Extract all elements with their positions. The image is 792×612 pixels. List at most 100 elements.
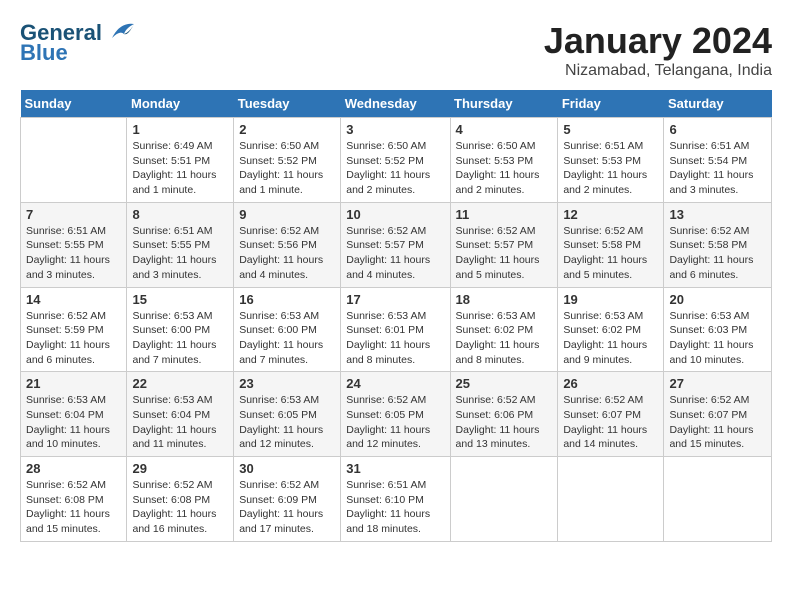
header-tuesday: Tuesday bbox=[234, 90, 341, 118]
day-number: 15 bbox=[132, 292, 228, 307]
calendar-cell: 12 Sunrise: 6:52 AM Sunset: 5:58 PM Dayli… bbox=[558, 202, 664, 287]
day-info: Sunrise: 6:53 AM Sunset: 6:00 PM Dayligh… bbox=[239, 309, 335, 368]
calendar-week-row: 14Sunrise: 6:52 AM Sunset: 5:59 PM Dayli… bbox=[21, 287, 772, 372]
calendar-cell: 28Sunrise: 6:52 AM Sunset: 6:08 PM Dayli… bbox=[21, 457, 127, 542]
day-number: 5 bbox=[563, 122, 658, 137]
calendar-week-row: 21 Sunrise: 6:53 AM Sunset: 6:04 PM Dayli… bbox=[21, 372, 772, 457]
day-number: 26 bbox=[563, 376, 658, 391]
calendar-cell: 24 Sunrise: 6:52 AM Sunset: 6:05 PM Dayli… bbox=[341, 372, 450, 457]
calendar-cell: 17Sunrise: 6:53 AM Sunset: 6:01 PM Dayli… bbox=[341, 287, 450, 372]
calendar-table: SundayMondayTuesdayWednesdayThursdayFrid… bbox=[20, 90, 772, 542]
day-info: Sunrise: 6:51 AM Sunset: 5:53 PM Dayligh… bbox=[563, 139, 658, 198]
header-wednesday: Wednesday bbox=[341, 90, 450, 118]
day-number: 24 bbox=[346, 376, 444, 391]
day-number: 9 bbox=[239, 207, 335, 222]
day-info: Sunrise: 6:53 AM Sunset: 6:04 PM Dayligh… bbox=[26, 393, 121, 452]
day-number: 19 bbox=[563, 292, 658, 307]
calendar-cell: 18 Sunrise: 6:53 AM Sunset: 6:02 PM Dayli… bbox=[450, 287, 558, 372]
day-number: 2 bbox=[239, 122, 335, 137]
calendar-cell: 2Sunrise: 6:50 AM Sunset: 5:52 PM Daylig… bbox=[234, 118, 341, 203]
day-info: Sunrise: 6:51 AM Sunset: 5:55 PM Dayligh… bbox=[26, 224, 121, 283]
day-info: Sunrise: 6:52 AM Sunset: 5:58 PM Dayligh… bbox=[563, 224, 658, 283]
day-number: 21 bbox=[26, 376, 121, 391]
day-number: 22 bbox=[132, 376, 228, 391]
day-info: Sunrise: 6:50 AM Sunset: 5:53 PM Dayligh… bbox=[456, 139, 553, 198]
day-number: 18 bbox=[456, 292, 553, 307]
page-header: General Blue January 2024 Nizamabad, Tel… bbox=[20, 20, 772, 80]
day-info: Sunrise: 6:50 AM Sunset: 5:52 PM Dayligh… bbox=[346, 139, 444, 198]
calendar-week-row: 28Sunrise: 6:52 AM Sunset: 6:08 PM Dayli… bbox=[21, 457, 772, 542]
calendar-cell: 31 Sunrise: 6:51 AM Sunset: 6:10 PM Dayli… bbox=[341, 457, 450, 542]
day-number: 23 bbox=[239, 376, 335, 391]
logo: General Blue bbox=[20, 20, 136, 66]
month-title: January 2024 bbox=[544, 20, 772, 62]
day-info: Sunrise: 6:51 AM Sunset: 6:10 PM Dayligh… bbox=[346, 478, 444, 537]
day-number: 13 bbox=[669, 207, 766, 222]
calendar-week-row: 1Sunrise: 6:49 AM Sunset: 5:51 PM Daylig… bbox=[21, 118, 772, 203]
day-number: 28 bbox=[26, 461, 121, 476]
header-monday: Monday bbox=[127, 90, 234, 118]
logo-blue: Blue bbox=[20, 40, 68, 66]
day-number: 20 bbox=[669, 292, 766, 307]
calendar-cell: 1Sunrise: 6:49 AM Sunset: 5:51 PM Daylig… bbox=[127, 118, 234, 203]
calendar-cell: 23 Sunrise: 6:53 AM Sunset: 6:05 PM Dayli… bbox=[234, 372, 341, 457]
day-number: 3 bbox=[346, 122, 444, 137]
day-info: Sunrise: 6:53 AM Sunset: 6:00 PM Dayligh… bbox=[132, 309, 228, 368]
day-info: Sunrise: 6:53 AM Sunset: 6:02 PM Dayligh… bbox=[563, 309, 658, 368]
calendar-cell bbox=[450, 457, 558, 542]
calendar-cell: 4Sunrise: 6:50 AM Sunset: 5:53 PM Daylig… bbox=[450, 118, 558, 203]
day-number: 10 bbox=[346, 207, 444, 222]
day-number: 25 bbox=[456, 376, 553, 391]
calendar-cell: 16Sunrise: 6:53 AM Sunset: 6:00 PM Dayli… bbox=[234, 287, 341, 372]
calendar-cell: 3 Sunrise: 6:50 AM Sunset: 5:52 PM Daylig… bbox=[341, 118, 450, 203]
header-sunday: Sunday bbox=[21, 90, 127, 118]
day-number: 1 bbox=[132, 122, 228, 137]
day-number: 30 bbox=[239, 461, 335, 476]
calendar-cell: 27 Sunrise: 6:52 AM Sunset: 6:07 PM Dayli… bbox=[664, 372, 772, 457]
calendar-cell: 13Sunrise: 6:52 AM Sunset: 5:58 PM Dayli… bbox=[664, 202, 772, 287]
day-info: Sunrise: 6:53 AM Sunset: 6:02 PM Dayligh… bbox=[456, 309, 553, 368]
calendar-cell: 11 Sunrise: 6:52 AM Sunset: 5:57 PM Dayli… bbox=[450, 202, 558, 287]
day-number: 27 bbox=[669, 376, 766, 391]
calendar-body: 1Sunrise: 6:49 AM Sunset: 5:51 PM Daylig… bbox=[21, 118, 772, 542]
title-block: January 2024 Nizamabad, Telangana, India bbox=[544, 20, 772, 80]
day-number: 29 bbox=[132, 461, 228, 476]
calendar-week-row: 7Sunrise: 6:51 AM Sunset: 5:55 PM Daylig… bbox=[21, 202, 772, 287]
location-subtitle: Nizamabad, Telangana, India bbox=[544, 62, 772, 80]
calendar-cell bbox=[558, 457, 664, 542]
calendar-cell: 26 Sunrise: 6:52 AM Sunset: 6:07 PM Dayli… bbox=[558, 372, 664, 457]
day-info: Sunrise: 6:53 AM Sunset: 6:03 PM Dayligh… bbox=[669, 309, 766, 368]
day-info: Sunrise: 6:53 AM Sunset: 6:05 PM Dayligh… bbox=[239, 393, 335, 452]
calendar-cell: 29Sunrise: 6:52 AM Sunset: 6:08 PM Dayli… bbox=[127, 457, 234, 542]
calendar-cell bbox=[664, 457, 772, 542]
day-number: 12 bbox=[563, 207, 658, 222]
calendar-cell: 6 Sunrise: 6:51 AM Sunset: 5:54 PM Daylig… bbox=[664, 118, 772, 203]
day-info: Sunrise: 6:53 AM Sunset: 6:04 PM Dayligh… bbox=[132, 393, 228, 452]
day-number: 31 bbox=[346, 461, 444, 476]
calendar-cell: 7Sunrise: 6:51 AM Sunset: 5:55 PM Daylig… bbox=[21, 202, 127, 287]
calendar-cell: 9 Sunrise: 6:52 AM Sunset: 5:56 PM Daylig… bbox=[234, 202, 341, 287]
header-saturday: Saturday bbox=[664, 90, 772, 118]
calendar-cell: 15 Sunrise: 6:53 AM Sunset: 6:00 PM Dayli… bbox=[127, 287, 234, 372]
day-info: Sunrise: 6:52 AM Sunset: 6:09 PM Dayligh… bbox=[239, 478, 335, 537]
header-thursday: Thursday bbox=[450, 90, 558, 118]
header-friday: Friday bbox=[558, 90, 664, 118]
calendar-cell: 20 Sunrise: 6:53 AM Sunset: 6:03 PM Dayli… bbox=[664, 287, 772, 372]
calendar-cell: 30 Sunrise: 6:52 AM Sunset: 6:09 PM Dayli… bbox=[234, 457, 341, 542]
logo-bird-icon bbox=[104, 20, 136, 42]
day-number: 17 bbox=[346, 292, 444, 307]
calendar-cell bbox=[21, 118, 127, 203]
calendar-cell: 19 Sunrise: 6:53 AM Sunset: 6:02 PM Dayli… bbox=[558, 287, 664, 372]
day-info: Sunrise: 6:52 AM Sunset: 5:57 PM Dayligh… bbox=[346, 224, 444, 283]
day-info: Sunrise: 6:52 AM Sunset: 5:57 PM Dayligh… bbox=[456, 224, 553, 283]
day-number: 11 bbox=[456, 207, 553, 222]
day-info: Sunrise: 6:52 AM Sunset: 6:05 PM Dayligh… bbox=[346, 393, 444, 452]
day-info: Sunrise: 6:52 AM Sunset: 6:07 PM Dayligh… bbox=[563, 393, 658, 452]
day-info: Sunrise: 6:52 AM Sunset: 5:56 PM Dayligh… bbox=[239, 224, 335, 283]
day-info: Sunrise: 6:51 AM Sunset: 5:54 PM Dayligh… bbox=[669, 139, 766, 198]
day-number: 8 bbox=[132, 207, 228, 222]
day-number: 6 bbox=[669, 122, 766, 137]
day-info: Sunrise: 6:51 AM Sunset: 5:55 PM Dayligh… bbox=[132, 224, 228, 283]
day-info: Sunrise: 6:52 AM Sunset: 6:07 PM Dayligh… bbox=[669, 393, 766, 452]
calendar-cell: 5 Sunrise: 6:51 AM Sunset: 5:53 PM Daylig… bbox=[558, 118, 664, 203]
